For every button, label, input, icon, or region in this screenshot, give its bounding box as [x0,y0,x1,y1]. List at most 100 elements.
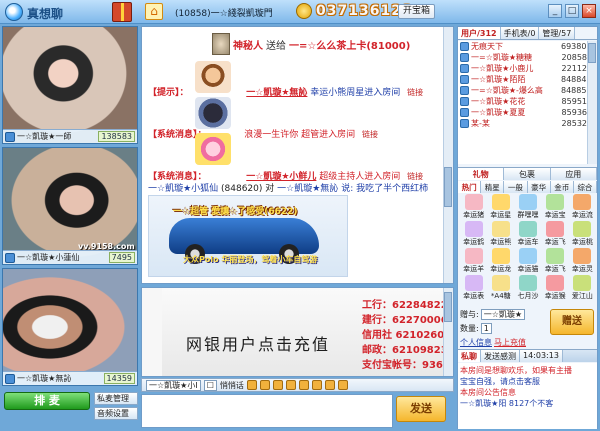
scroll-thumb[interactable] [444,167,452,207]
user-list-scrollbar[interactable] [587,41,597,164]
chat-column: 神秘人 送给 一=☆么么茶上卡(81000) 【提示】： 一☆凱璇★無訫 幸运小… [141,26,454,429]
gift-item[interactable]: 幸运龙 [487,248,514,275]
image-icon[interactable] [285,380,296,390]
font-icon[interactable] [259,380,270,390]
recharge-link[interactable]: 马上充值 [494,337,526,348]
video-feed-3[interactable]: 一☆凱璇★無訫 14359 [2,268,138,386]
user-name: 一☆凱璇★小鹿儿 [471,64,534,73]
gift-item[interactable]: 七月沙 [514,275,541,302]
personal-info-link[interactable]: 个人信息 [460,337,492,348]
tab-normal[interactable]: 一般 [504,181,528,193]
gift-item[interactable]: 群嘿嘿 [514,194,541,221]
public-chat-panel[interactable]: 神秘人 送给 一=☆么么茶上卡(81000) 【提示】： 一☆凱璇★無訫 幸运小… [141,26,454,284]
tab-package[interactable]: 包裹 [504,168,551,180]
gift-item[interactable]: 幸运流 [569,194,596,221]
home-icon[interactable]: ⌂ [145,3,163,20]
video-feed-2[interactable]: vv.9158.com 一☆凱璇★小蓮仙 7495 [2,147,138,265]
gift-item[interactable]: 幸运飞 [542,221,569,248]
queue-mic-button[interactable]: 排 麦 [4,392,90,410]
gift-item[interactable]: 幸运表 [460,275,487,302]
tab-hot[interactable]: 热门 [458,181,482,193]
message-user[interactable]: 一☆凱璇★無訫 [246,88,307,98]
flower-icon[interactable] [298,380,309,390]
tab-admin[interactable]: 管理/57 [539,27,576,39]
open-treasure-button[interactable]: 开宝箱 [398,4,436,19]
gift-item[interactable]: 幸运猪 [460,194,487,221]
gift-receiver[interactable]: 一=☆么么茶上卡(81000) [289,37,410,52]
user-list[interactable]: 无痕天下 693801 一=☆凱璇★糖糖 20858 一☆凱璇★小鹿儿 22112 一… [458,41,597,164]
minimize-button[interactable]: _ [548,4,562,18]
user-list-item[interactable]: 一☆凱璇★陌陌 848845 [458,74,597,85]
gift-category-tabs: 热门 精星 一般 豪华 金币 综合 [458,181,598,193]
target-user-select[interactable]: 一☆凱璇★小I [146,379,201,391]
audio-settings-button[interactable]: 音频设置 [94,407,138,420]
scroll-thumb[interactable] [588,43,596,63]
clear-icon[interactable] [337,380,348,390]
message-input[interactable] [141,394,393,428]
color-icon[interactable] [272,380,283,390]
gift-item[interactable]: 幸运鹤 [460,221,487,248]
message-link[interactable]: 链接 [407,88,423,97]
message-from[interactable]: 一☆凱璇★小狐仙 [148,184,218,194]
tab-private-chat[interactable]: 私聊 [458,350,481,362]
user-list-item[interactable]: 一☆凱璇★花花 85951 [458,96,597,107]
scroll-thumb[interactable] [444,292,452,322]
gift-recipient-select[interactable]: 一☆凱璇★ [480,308,526,320]
gift-item[interactable]: 幸运羊 [460,248,487,275]
gift-label: 幸运宝 [544,211,566,219]
gift-item[interactable]: 幸运车 [514,221,541,248]
video-feed-1[interactable]: 一☆凱璇★一師 138583 [2,26,138,144]
tab-fine[interactable]: 精星 [481,181,505,193]
gift-item[interactable]: 幸运宝 [542,194,569,221]
tab-gifts[interactable]: 礼物 [458,168,505,180]
user-list-item[interactable]: 一☆凱璇★夏夏 85936 [458,107,597,118]
tab-mobile[interactable]: 手机表/0 [500,27,540,39]
public-chat-scrollbar[interactable] [443,27,453,283]
message-link[interactable]: 链接 [362,130,378,139]
gift-icon [491,275,510,291]
user-list-item[interactable]: 某-某 28532 [458,118,597,129]
lock-icon[interactable] [324,380,335,390]
gift-item[interactable]: 幸运猫 [514,248,541,275]
gift-item[interactable]: *A4糖 [487,275,514,302]
tab-all[interactable]: 综合 [573,181,598,193]
user-list-item[interactable]: 无痕天下 693801 [458,41,597,52]
give-gift-button[interactable]: 赠送 [550,309,594,335]
treasure-box-icon[interactable] [112,2,132,22]
video-user-name[interactable]: 一☆凱璇★小蓮仙 [17,252,107,263]
user-list-item[interactable]: 一=☆凱璇★-爆么高 848855 [458,85,597,96]
message-to[interactable]: 一☆凱璇★無訫 [277,184,338,194]
private-mic-button[interactable]: 私麦管理 [94,392,138,405]
emoji-icon[interactable] [246,380,257,390]
gift-item[interactable]: 爱江山 [569,275,596,302]
gift-count-select[interactable]: 1 [480,322,492,334]
recharge-ad[interactable]: 网银用户点击充值 工行：62284822102 建行：62270006728 信… [162,288,453,376]
gift-item[interactable]: 幸运猴 [542,275,569,302]
gift-item[interactable]: 幸运星 [487,194,514,221]
private-chat-panel[interactable]: 网银用户点击充值 工行：62284822102 建行：62270006728 信… [141,287,454,377]
screenshot-icon[interactable] [311,380,322,390]
user-list-item[interactable]: 一=☆凱璇★糖糖 20858 [458,52,597,63]
gift-item[interactable]: 幸运熊 [487,221,514,248]
whisper-checkbox[interactable]: ☐ [203,379,217,391]
gift-item[interactable]: 幸运飞 [542,248,569,275]
tab-luxury[interactable]: 豪华 [527,181,551,193]
tab-gold[interactable]: 金币 [550,181,574,193]
gift-label: *A4糖 [490,292,511,300]
video-user-name[interactable]: 一☆凱璇★一師 [17,131,96,142]
message-link[interactable]: 链接 [407,172,423,181]
maximize-button[interactable]: □ [565,4,579,18]
send-button[interactable]: 发送 [396,396,446,422]
tab-users[interactable]: 用户/312 [458,27,501,39]
tab-apps[interactable]: 应用 [550,168,597,180]
video-user-name[interactable]: 一☆凱璇★無訫 [17,373,102,384]
user-list-item[interactable]: 一☆凱璇★小鹿儿 22112 [458,63,597,74]
app-title: 真想聊 [27,7,64,21]
tab-send-test[interactable]: 发送感测 [481,350,520,362]
gift-item[interactable]: 幸运桃 [569,221,596,248]
close-button[interactable]: × [582,4,596,18]
gift-sender[interactable]: 神秘人 [233,37,263,52]
user-name: 一☆凱璇★花花 [471,97,526,106]
private-chat-scrollbar[interactable] [443,288,453,376]
gift-item[interactable]: 幸运灵 [569,248,596,275]
